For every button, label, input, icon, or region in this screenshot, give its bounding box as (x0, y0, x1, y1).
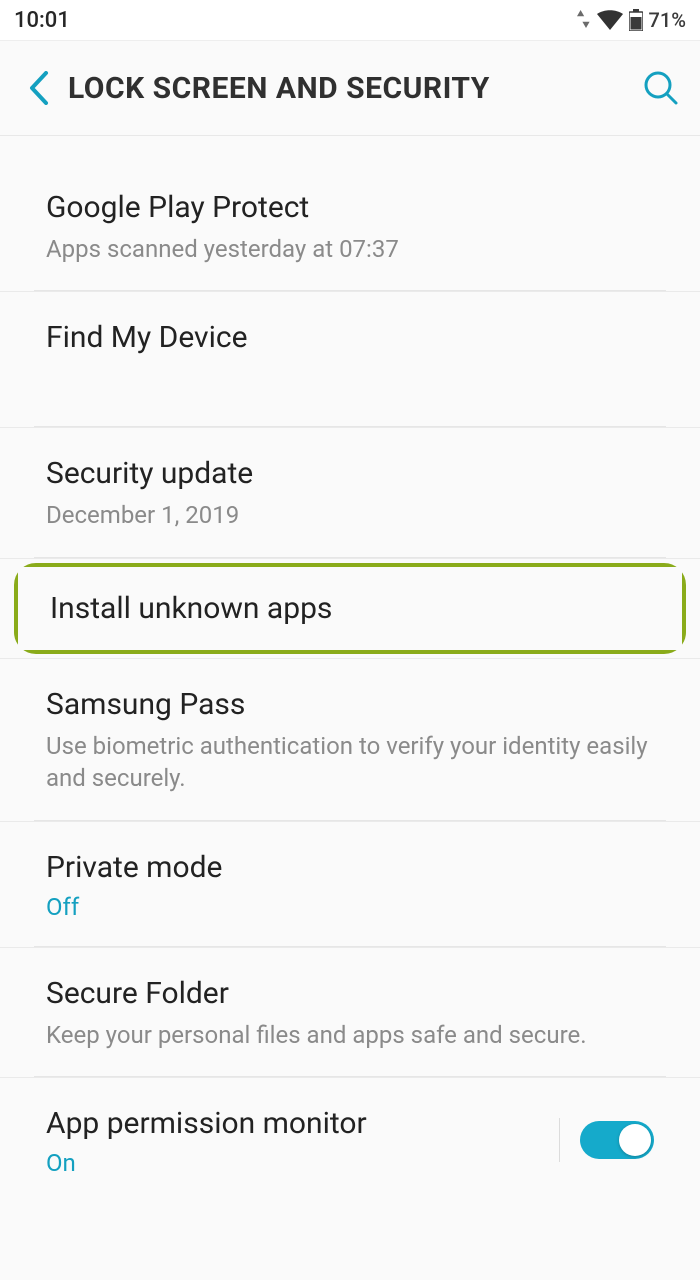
item-install-unknown-apps[interactable]: Install unknown apps (18, 567, 682, 650)
status-time: 10:01 (14, 8, 70, 33)
item-google-play-protect[interactable]: Google Play Protect Apps scanned yesterd… (0, 162, 700, 292)
search-button[interactable] (636, 63, 686, 113)
section-gap (0, 136, 700, 162)
app-bar: LOCK SCREEN AND SECURITY (0, 40, 700, 136)
item-subtitle: Use biometric authentication to verify y… (46, 730, 654, 795)
settings-list: Google Play Protect Apps scanned yesterd… (0, 136, 700, 1203)
battery-icon (629, 9, 643, 31)
chevron-left-icon (28, 71, 50, 105)
wifi-icon (597, 10, 623, 30)
item-title: Secure Folder (46, 974, 654, 1013)
item-status: Off (46, 893, 654, 921)
toggle-divider (559, 1118, 560, 1162)
page-title: LOCK SCREEN AND SECURITY (64, 71, 636, 106)
item-security-update[interactable]: Security update December 1, 2019 (0, 428, 700, 558)
item-secure-folder[interactable]: Secure Folder Keep your personal files a… (0, 948, 700, 1078)
item-title: Security update (46, 454, 654, 493)
item-title: Private mode (46, 848, 654, 887)
item-status: On (46, 1149, 543, 1177)
toggle-switch[interactable] (580, 1121, 654, 1159)
item-title: Find My Device (46, 318, 654, 357)
item-subtitle: Keep your personal files and apps safe a… (46, 1019, 654, 1051)
item-samsung-pass[interactable]: Samsung Pass Use biometric authenticatio… (0, 658, 700, 822)
status-right: 71% (577, 8, 686, 32)
item-title: Samsung Pass (46, 685, 654, 724)
highlight-box: Install unknown apps (14, 563, 686, 654)
item-private-mode[interactable]: Private mode Off (0, 822, 700, 948)
item-app-permission-monitor[interactable]: App permission monitor On (0, 1078, 700, 1203)
item-title: Google Play Protect (46, 188, 654, 227)
item-title: App permission monitor (46, 1104, 543, 1143)
data-updown-icon (577, 10, 591, 30)
item-subtitle: Apps scanned yesterday at 07:37 (46, 233, 654, 265)
status-bar: 10:01 71% (0, 0, 700, 40)
search-icon (642, 69, 680, 107)
item-subtitle: December 1, 2019 (46, 499, 654, 531)
back-button[interactable] (14, 63, 64, 113)
item-title: Install unknown apps (50, 589, 650, 628)
item-find-my-device[interactable]: Find My Device (0, 292, 700, 428)
battery-percent: 71% (649, 8, 686, 32)
